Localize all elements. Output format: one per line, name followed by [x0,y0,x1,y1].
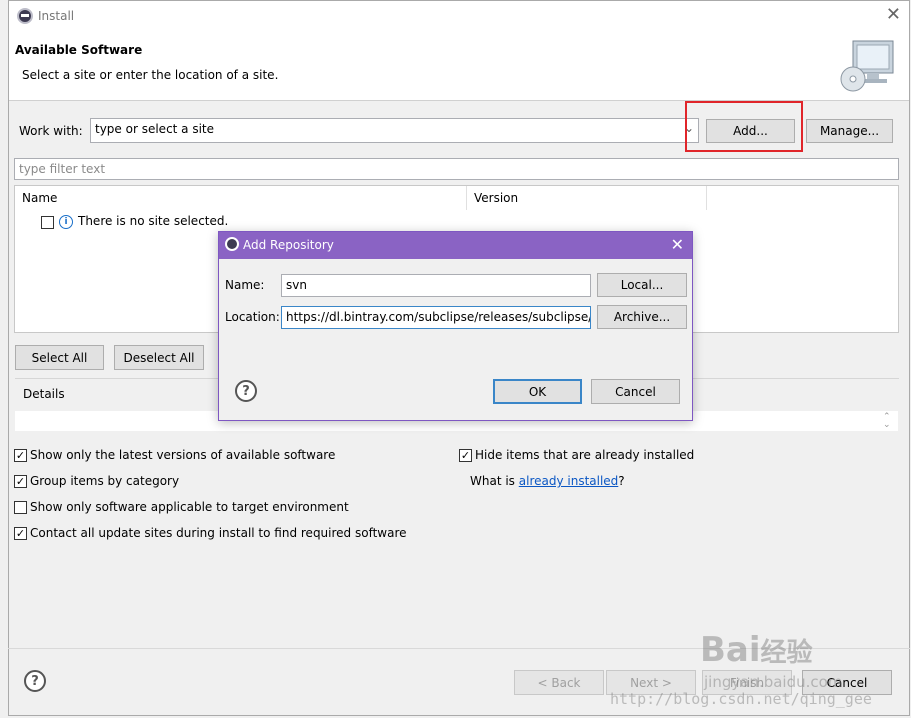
select-all-button[interactable]: Select All [15,345,104,370]
what-is-suffix: ? [618,474,625,488]
already-installed-link[interactable]: already installed [519,474,619,488]
column-header-name[interactable]: Name [15,186,467,210]
watermark-site: jingyan.baidu.com [704,673,843,691]
what-is-prefix: What is [470,474,519,488]
hide-installed-checkbox[interactable]: ✓ [459,449,472,462]
dialog-eclipse-icon [225,237,239,251]
page-subtitle: Select a site or enter the location of a… [22,68,279,82]
info-icon: i [59,215,73,229]
hide-installed-label: Hide items that are already installed [475,448,695,462]
latest-versions-checkbox[interactable]: ✓ [14,449,27,462]
work-with-label: Work with: [19,124,83,138]
site-checkbox[interactable] [41,216,54,229]
ok-button[interactable]: OK [493,379,582,404]
column-header-blank [707,186,898,210]
dialog-title: Add Repository [243,238,334,252]
install-monitor-icon [840,40,894,92]
dialog-help-icon[interactable]: ? [235,380,257,402]
details-scroll-arrows[interactable]: ⌃ ⌄ [883,413,891,430]
deselect-all-button[interactable]: Deselect All [114,345,204,370]
back-button[interactable]: < Back [514,670,604,695]
watermark-brand-text: Bai [700,630,761,670]
dialog-close-icon[interactable]: ✕ [671,235,684,255]
close-icon[interactable]: ✕ [886,5,901,25]
page-title: Available Software [15,43,143,57]
title-bar: Install ✕ [9,1,909,31]
dialog-cancel-button[interactable]: Cancel [591,379,680,404]
add-button-highlight [685,101,803,152]
add-repository-dialog: Add Repository ✕ Name: svn Local... Loca… [218,231,693,421]
contact-sites-label: Contact all update sites during install … [30,526,407,540]
eclipse-icon [17,8,33,24]
watermark-url: http://blog.csdn.net/qing_gee [610,690,872,708]
wizard-header: Available Software Select a site or ente… [9,31,909,101]
repo-name-label: Name: [225,278,265,292]
dialog-title-bar: Add Repository ✕ [219,232,692,259]
window-title: Install [38,9,75,23]
archive-button[interactable]: Archive... [597,305,687,329]
contact-sites-checkbox[interactable]: ✓ [14,527,27,540]
what-is-installed-text: What is already installed? [470,474,625,488]
help-icon[interactable]: ? [24,670,46,692]
no-site-message: There is no site selected. [78,214,229,228]
group-category-checkbox[interactable]: ✓ [14,475,27,488]
target-env-checkbox[interactable] [14,501,27,514]
latest-versions-label: Show only the latest versions of availab… [30,448,336,462]
details-label: Details [23,387,65,401]
filter-placeholder: type filter text [19,162,106,176]
watermark-brand-suffix: 经验 [760,638,813,668]
group-category-label: Group items by category [30,474,180,488]
repo-name-input[interactable]: svn [281,274,591,297]
target-env-label: Show only software applicable to target … [30,500,349,514]
work-with-placeholder: type or select a site [95,122,215,136]
repo-location-input[interactable]: https://dl.bintray.com/subclipse/release… [281,306,591,329]
work-with-combo[interactable]: type or select a site ⌄ [90,118,699,143]
filter-input[interactable]: type filter text [14,158,899,180]
column-header-version[interactable]: Version [467,186,707,210]
manage-button[interactable]: Manage... [806,119,893,143]
watermark-brand: Bai经验 [700,630,813,670]
local-button[interactable]: Local... [597,273,687,297]
repo-location-label: Location: [225,310,280,324]
